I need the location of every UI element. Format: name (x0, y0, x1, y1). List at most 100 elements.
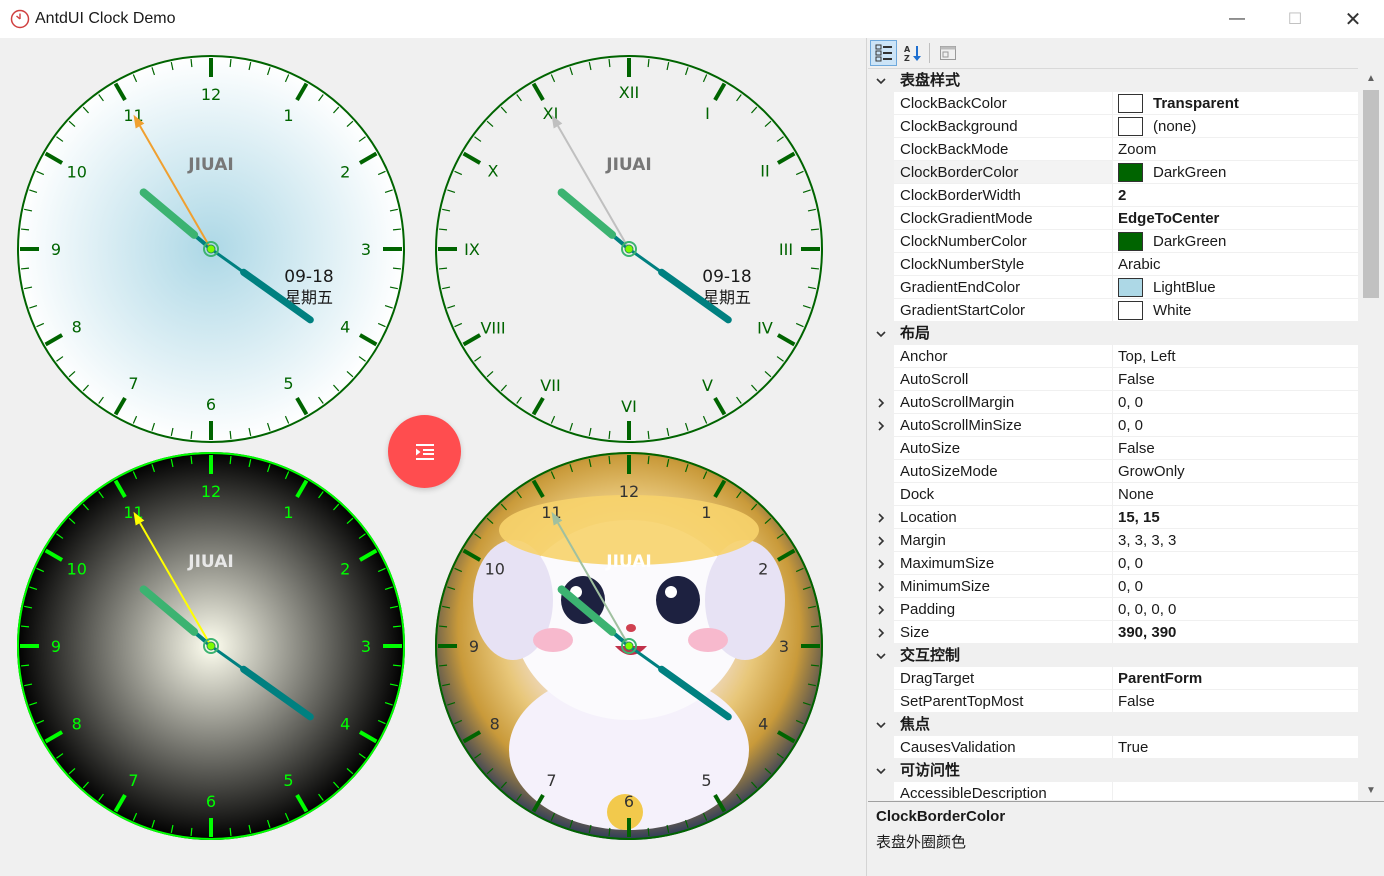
categorized-view-button[interactable] (870, 40, 897, 66)
scroll-up-icon[interactable]: ▲ (1358, 68, 1384, 88)
property-row[interactable]: AutoSizeMode GrowOnly (868, 460, 1358, 483)
property-row[interactable]: ClockBackground (none) (868, 115, 1358, 138)
property-name[interactable]: MaximumSize (894, 552, 1113, 575)
property-value[interactable]: Top, Left (1113, 345, 1358, 368)
clock-arabic-lightblue[interactable]: 121234567891011JIUAI09-18星期五 (15, 53, 407, 445)
property-name[interactable]: MinimumSize (894, 575, 1113, 598)
fab-button[interactable] (388, 415, 461, 488)
property-value[interactable]: 15, 15 (1113, 506, 1358, 529)
property-name[interactable]: ClockNumberStyle (894, 253, 1113, 276)
property-row[interactable]: MinimumSize 0, 0 (868, 575, 1358, 598)
property-row[interactable]: Size 390, 390 (868, 621, 1358, 644)
property-row[interactable]: Margin 3, 3, 3, 3 (868, 529, 1358, 552)
property-value[interactable]: Transparent (1113, 92, 1358, 115)
property-value[interactable]: Zoom (1113, 138, 1358, 161)
property-value[interactable]: 2 (1113, 184, 1358, 207)
expand-chevron-icon[interactable] (868, 575, 894, 598)
property-name[interactable]: SetParentTopMost (894, 690, 1113, 713)
property-row[interactable]: Anchor Top, Left (868, 345, 1358, 368)
property-name[interactable]: Padding (894, 598, 1113, 621)
property-name[interactable]: ClockBorderWidth (894, 184, 1113, 207)
collapse-chevron-icon[interactable] (868, 759, 894, 782)
property-category[interactable]: 可访问性 (868, 759, 1358, 782)
property-row[interactable]: Dock None (868, 483, 1358, 506)
property-name[interactable]: ClockGradientMode (894, 207, 1113, 230)
property-value[interactable]: False (1113, 368, 1358, 391)
property-category[interactable]: 交互控制 (868, 644, 1358, 667)
property-value[interactable]: 0, 0 (1113, 552, 1358, 575)
property-value[interactable]: True (1113, 736, 1358, 759)
property-name[interactable]: AutoSizeMode (894, 460, 1113, 483)
clock-roman-transparent[interactable]: XIIIIIIIIIVVVIVIIVIIIIXXXIJIUAI09-18星期五 (433, 53, 825, 445)
expand-chevron-icon[interactable] (868, 529, 894, 552)
property-row[interactable]: AutoScroll False (868, 368, 1358, 391)
property-value[interactable]: GrowOnly (1113, 460, 1358, 483)
property-value[interactable]: DarkGreen (1113, 161, 1358, 184)
property-value[interactable] (1113, 782, 1358, 800)
property-name[interactable]: AutoScroll (894, 368, 1113, 391)
property-row[interactable]: SetParentTopMost False (868, 690, 1358, 713)
property-value[interactable]: EdgeToCenter (1113, 207, 1358, 230)
property-row[interactable]: Padding 0, 0, 0, 0 (868, 598, 1358, 621)
expand-chevron-icon[interactable] (868, 391, 894, 414)
property-name[interactable]: ClockBackground (894, 115, 1113, 138)
property-name[interactable]: AutoScrollMargin (894, 391, 1113, 414)
collapse-chevron-icon[interactable] (868, 322, 894, 345)
property-row[interactable]: GradientEndColor LightBlue (868, 276, 1358, 299)
expand-chevron-icon[interactable] (868, 552, 894, 575)
property-name[interactable]: ClockBorderColor (894, 161, 1113, 184)
property-name[interactable]: Size (894, 621, 1113, 644)
property-name[interactable]: AutoSize (894, 437, 1113, 460)
property-row[interactable]: ClockBorderColor DarkGreen (868, 161, 1358, 184)
alphabetical-sort-button[interactable]: A Z (899, 40, 926, 66)
collapse-chevron-icon[interactable] (868, 644, 894, 667)
property-value[interactable]: 3, 3, 3, 3 (1113, 529, 1358, 552)
clock-image-background[interactable]: 121234567891011JIUAI (433, 450, 825, 842)
property-value[interactable]: False (1113, 437, 1358, 460)
property-value[interactable]: LightBlue (1113, 276, 1358, 299)
property-value[interactable]: White (1113, 299, 1358, 322)
property-name[interactable]: DragTarget (894, 667, 1113, 690)
property-value[interactable]: (none) (1113, 115, 1358, 138)
property-name[interactable]: AutoScrollMinSize (894, 414, 1113, 437)
property-row[interactable]: Location 15, 15 (868, 506, 1358, 529)
collapse-chevron-icon[interactable] (868, 713, 894, 736)
property-row[interactable]: ClockGradientMode EdgeToCenter (868, 207, 1358, 230)
expand-chevron-icon[interactable] (868, 621, 894, 644)
property-name[interactable]: ClockNumberColor (894, 230, 1113, 253)
property-row[interactable]: AutoScrollMargin 0, 0 (868, 391, 1358, 414)
property-row[interactable]: AutoScrollMinSize 0, 0 (868, 414, 1358, 437)
minimize-button[interactable]: — (1208, 0, 1266, 38)
property-name[interactable]: ClockBackColor (894, 92, 1113, 115)
property-value[interactable]: False (1113, 690, 1358, 713)
clock-dark-glow[interactable]: 121234567891011JIUAI (15, 450, 407, 842)
property-row[interactable]: MaximumSize 0, 0 (868, 552, 1358, 575)
property-value[interactable]: ParentForm (1113, 667, 1358, 690)
property-row[interactable]: DragTarget ParentForm (868, 667, 1358, 690)
property-name[interactable]: ClockBackMode (894, 138, 1113, 161)
property-category[interactable]: 焦点 (868, 713, 1358, 736)
expand-chevron-icon[interactable] (868, 414, 894, 437)
property-list-scrollbar[interactable]: ▲ ▼ (1358, 68, 1384, 800)
property-name[interactable]: Anchor (894, 345, 1113, 368)
property-pages-button[interactable] (934, 40, 961, 66)
close-button[interactable]: ✕ (1324, 0, 1382, 38)
property-name[interactable]: AccessibleDescription (894, 782, 1113, 800)
scrollbar-thumb[interactable] (1363, 90, 1379, 298)
property-row[interactable]: ClockBackColor Transparent (868, 92, 1358, 115)
property-row[interactable]: AutoSize False (868, 437, 1358, 460)
property-row[interactable]: CausesValidation True (868, 736, 1358, 759)
property-value[interactable]: 0, 0 (1113, 391, 1358, 414)
property-name[interactable]: Margin (894, 529, 1113, 552)
property-category[interactable]: 布局 (868, 322, 1358, 345)
property-row[interactable]: ClockNumberColor DarkGreen (868, 230, 1358, 253)
maximize-button[interactable]: ☐ (1266, 0, 1324, 38)
property-value[interactable]: Arabic (1113, 253, 1358, 276)
property-name[interactable]: GradientEndColor (894, 276, 1113, 299)
property-row[interactable]: AccessibleDescription (868, 782, 1358, 800)
property-row[interactable]: ClockNumberStyle Arabic (868, 253, 1358, 276)
property-name[interactable]: Location (894, 506, 1113, 529)
property-name[interactable]: Dock (894, 483, 1113, 506)
property-value[interactable]: 0, 0 (1113, 575, 1358, 598)
property-value[interactable]: DarkGreen (1113, 230, 1358, 253)
